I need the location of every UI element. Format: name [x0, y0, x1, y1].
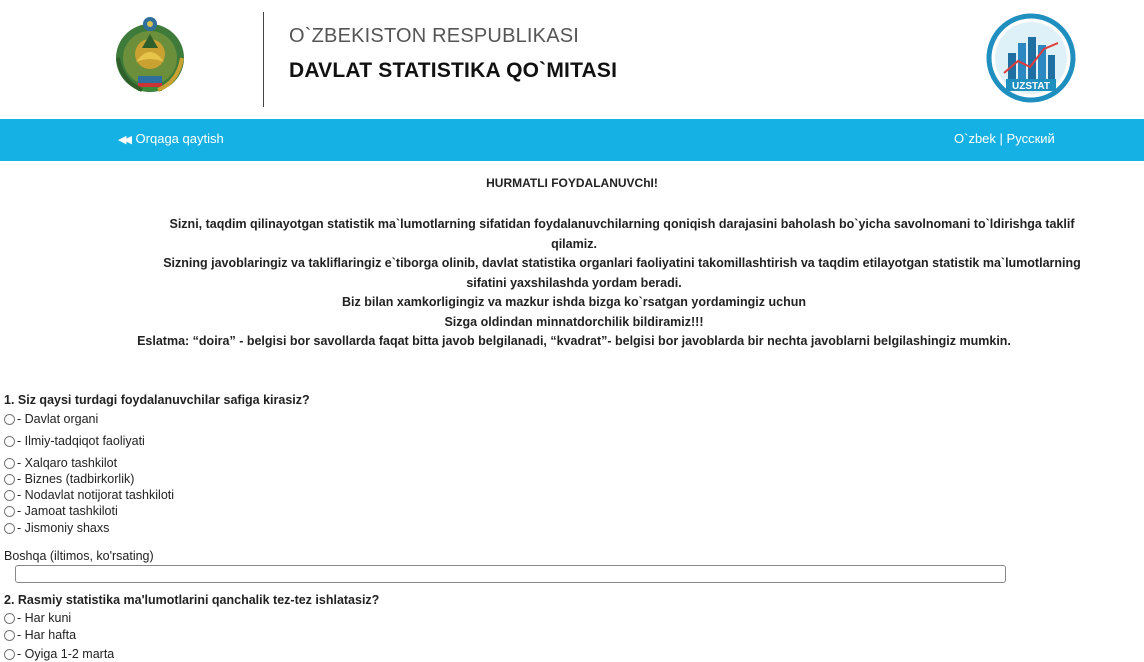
intro-text: Sizni, taqdim qilinayotgan statistik ma`… [0, 215, 1144, 352]
greeting-heading: HURMATLI FOYDALANUVChI! [486, 176, 658, 190]
option-label: - Jamoat tashkiloti [17, 504, 118, 518]
lang-separator: | [999, 131, 1003, 146]
org-committee-title: DAVLAT STATISTIKA QO`MITASI [289, 59, 618, 82]
option-label: - Oyiga 1-2 marta [17, 647, 115, 661]
page: O`ZBEKISTON RESPUBLIKASI DAVLAT STATISTI… [0, 0, 1144, 662]
option-label: - Har kuni [17, 611, 72, 625]
q1-option[interactable]: - Xalqaro tashkilot [4, 455, 117, 471]
q1-option[interactable]: - Biznes (tadbirkorlik) [4, 471, 134, 487]
q1-option[interactable]: - Jismoniy shaxs [4, 520, 109, 536]
radio-button[interactable] [4, 648, 15, 660]
option-label: - Xalqaro tashkilot [17, 456, 118, 470]
option-label: - Jismoniy shaxs [17, 521, 110, 535]
option-label: - Har hafta [17, 628, 77, 642]
q1-option[interactable]: - Davlat organi [4, 411, 98, 427]
nav-bar: ◀◀ Orqaga qaytish O`zbek | Русский [0, 119, 1144, 161]
option-label: - Ilmiy-tadqiqot faoliyati [17, 434, 145, 448]
option-label: - Davlat organi [17, 412, 99, 426]
radio-button[interactable] [4, 435, 15, 447]
q2-option[interactable]: - Oyiga 1-2 marta [4, 646, 114, 662]
other-label: Boshqa (iltimos, ko'rsating) [4, 549, 154, 563]
lang-ru-link[interactable]: Русский [1007, 131, 1055, 146]
double-left-arrow-icon: ◀◀ [118, 134, 132, 146]
back-link[interactable]: ◀◀ Orqaga qaytish [118, 131, 224, 146]
radio-button[interactable] [4, 457, 15, 469]
intro-line: sifatini yaxshilashda yordam beradi. [466, 275, 682, 290]
radio-button[interactable] [4, 473, 15, 485]
question-1-title: 1. Siz qaysi turdagi foydalanuvchilar sa… [4, 393, 310, 407]
header: O`ZBEKISTON RESPUBLIKASI DAVLAT STATISTI… [0, 0, 1144, 119]
other-input[interactable] [15, 565, 1006, 583]
question-2-title: 2. Rasmiy statistika ma'lumotlarini qanc… [4, 593, 380, 607]
intro-line: Sizga oldindan minnatdorchilik bildirami… [444, 314, 704, 329]
q2-option[interactable]: - Har hafta [4, 627, 76, 643]
state-emblem-icon [116, 17, 184, 92]
header-divider [263, 12, 264, 107]
q1-option[interactable]: - Nodavlat notijorat tashkiloti [4, 487, 174, 503]
q2-option[interactable]: - Har kuni [4, 610, 71, 626]
intro-line: Sizning javoblaringiz va takliflaringiz … [163, 256, 1081, 270]
intro-line: Eslatma: “doira” - belgisi bor savollard… [137, 334, 1011, 348]
radio-button[interactable] [4, 413, 15, 425]
intro-line: qilamiz. [551, 236, 597, 251]
lang-uz-link[interactable]: O`zbek [954, 131, 996, 146]
svg-text:UZSTAT: UZSTAT [1012, 81, 1050, 92]
radio-button[interactable] [4, 612, 15, 624]
radio-button[interactable] [4, 505, 15, 517]
back-link-label: Orqaga qaytish [135, 131, 224, 146]
radio-button[interactable] [4, 522, 15, 534]
language-switcher: O`zbek | Русский [954, 131, 1055, 146]
option-label: - Biznes (tadbirkorlik) [17, 472, 135, 486]
intro-line: Sizni, taqdim qilinayotgan statistik ma`… [169, 217, 1075, 231]
org-country-title: O`ZBEKISTON RESPUBLIKASI [289, 25, 580, 47]
q1-option[interactable]: - Jamoat tashkiloti [4, 503, 118, 519]
option-label: - Nodavlat notijorat tashkiloti [17, 488, 175, 502]
radio-button[interactable] [4, 489, 15, 501]
radio-button[interactable] [4, 629, 15, 641]
q1-option[interactable]: - Ilmiy-tadqiqot faoliyati [4, 433, 145, 449]
uzstat-logo-icon: UZSTAT [986, 13, 1076, 103]
intro-line: Biz bilan xamkorligingiz va mazkur ishda… [342, 295, 806, 309]
